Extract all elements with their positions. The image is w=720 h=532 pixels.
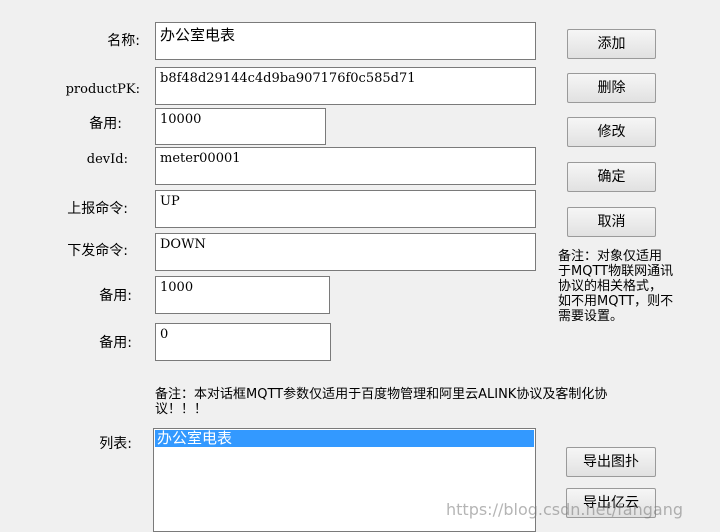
bottom-note-line: 备注：本对话框MQTT参数仅适用于百度物管理和阿里云ALINK协议及客制化协 [155,387,608,402]
bottom-note: 备注：本对话框MQTT参数仅适用于百度物管理和阿里云ALINK协议及客制化协 议… [155,387,695,417]
down-command-input[interactable]: DOWN [155,233,536,271]
cancel-button[interactable]: 取消 [567,207,656,237]
list-item[interactable]: 办公室电表 [155,430,534,447]
delete-button[interactable]: 删除 [567,73,656,103]
bottom-note-line: 议！！！ [155,402,208,417]
watermark-text: https://blog.csdn.net/fangang [446,500,683,519]
reserve1-label: 备用: [89,116,122,132]
productpk-input[interactable]: b8f48d29144c4d9ba907176f0c585d71 [155,67,536,105]
modify-button[interactable]: 修改 [567,117,656,147]
side-note-line: 如不用MQTT，则不 [558,294,674,309]
export-topology-button[interactable]: 导出图扑 [566,447,656,477]
side-note-line: 需要设置。 [558,309,624,324]
reserve1-input[interactable]: 10000 [155,108,326,145]
confirm-button[interactable]: 确定 [567,162,656,192]
name-label: 名称: [107,33,140,49]
name-input[interactable]: 办公室电表 [155,22,536,60]
up-command-label: 上报命令: [67,201,128,217]
side-note-line: 于MQTT物联网通讯 [558,264,674,279]
side-note: 备注：对象仅适用 于MQTT物联网通讯 协议的相关格式， 如不用MQTT，则不 … [558,249,718,324]
side-note-line: 协议的相关格式， [558,279,663,294]
side-note-line: 备注：对象仅适用 [558,249,663,264]
reserve3-label: 备用: [99,335,132,351]
down-command-label: 下发命令: [67,243,128,259]
devid-label: devId: [86,152,128,167]
reserve3-input[interactable]: 0 [155,323,331,361]
productpk-label: productPK: [65,82,140,97]
reserve2-input[interactable]: 1000 [155,276,330,314]
add-button[interactable]: 添加 [567,29,656,59]
reserve2-label: 备用: [99,288,132,304]
devid-input[interactable]: meter00001 [155,147,536,185]
up-command-input[interactable]: UP [155,190,536,228]
list-label: 列表: [99,436,132,452]
